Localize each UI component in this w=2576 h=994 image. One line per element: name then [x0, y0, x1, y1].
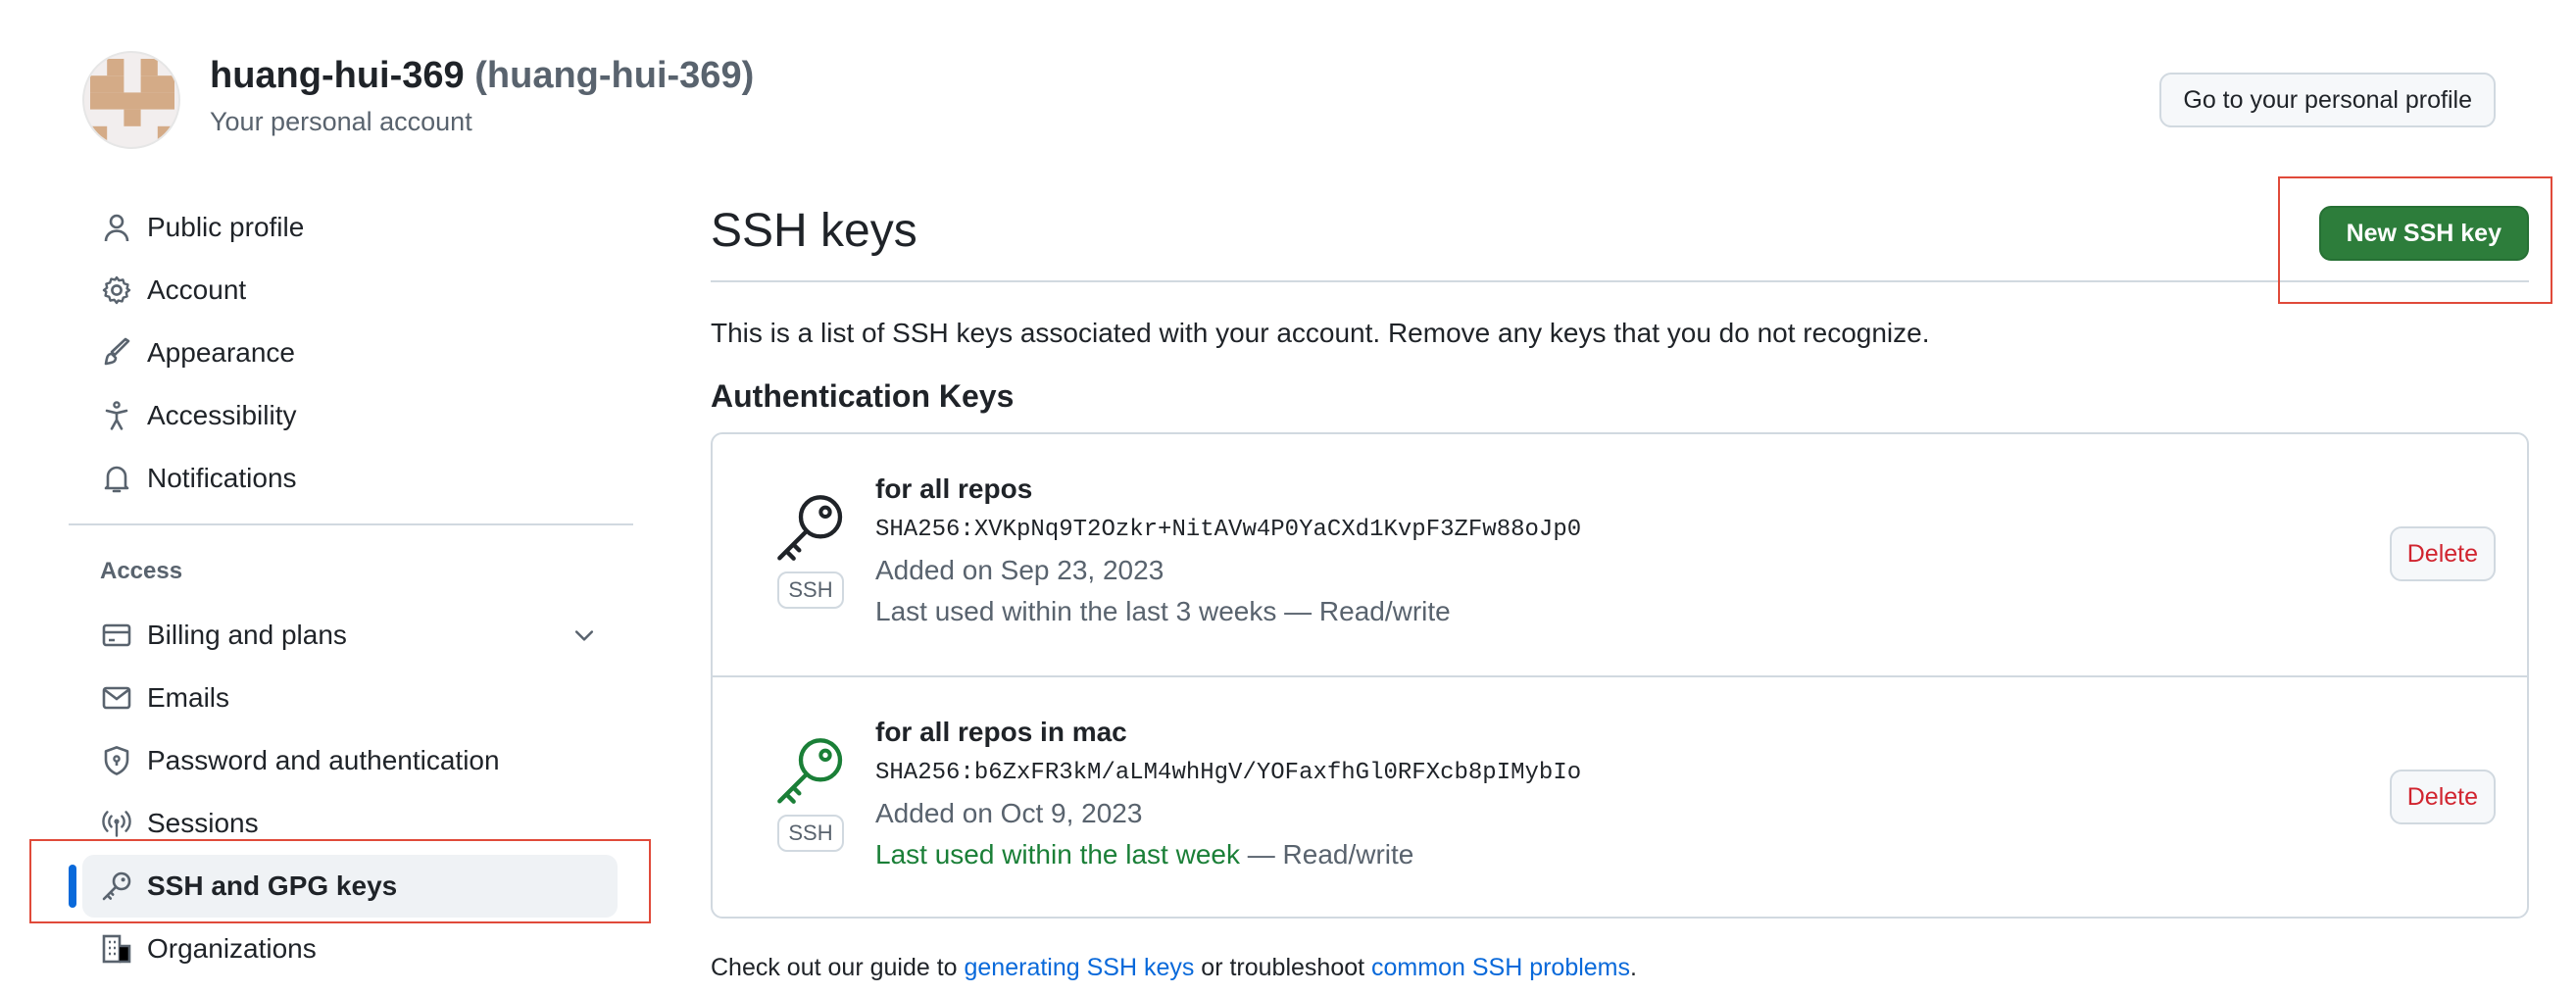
- key-icon: [777, 495, 843, 561]
- accessibility-icon: [100, 399, 133, 432]
- highlight-box-new-key: [2278, 176, 2552, 304]
- username[interactable]: huang-hui-369: [210, 55, 465, 96]
- sidebar-item-accessibility[interactable]: Accessibility: [69, 384, 633, 447]
- sidebar-item-label: Sessions: [147, 808, 259, 838]
- key-fingerprint: SHA256:b6ZxFR3kM/aLM4whHgV/YOFaxfhGl0RFX…: [875, 760, 1582, 786]
- ssh-keys-list: SSH for all repos SHA256:XVKpNq9T2Ozkr+N…: [711, 432, 2529, 919]
- sidebar-item-emails[interactable]: Emails: [69, 667, 633, 729]
- sidebar-item-label: Emails: [147, 682, 230, 713]
- ssh-keys-panel: SSH keys New SSH key This is a list of S…: [711, 186, 2529, 982]
- sidebar-item-label: Billing and plans: [147, 620, 347, 650]
- list-item: SSH for all repos SHA256:XVKpNq9T2Ozkr+N…: [713, 434, 2527, 675]
- sidebar-item-organizations[interactable]: Organizations: [69, 918, 633, 980]
- key-title: for all repos: [875, 473, 1033, 504]
- delete-key-button[interactable]: Delete: [2389, 526, 2496, 581]
- sidebar-item-label: Notifications: [147, 463, 297, 493]
- paintbrush-icon: [100, 336, 133, 370]
- bell-icon: [100, 462, 133, 495]
- sidebar-item-account[interactable]: Account: [69, 259, 633, 322]
- account-name: huang-hui-369 (huang-hui-369): [210, 55, 754, 97]
- help-text-suffix: .: [1630, 954, 1637, 981]
- sidebar-item-billing[interactable]: Billing and plans: [69, 604, 633, 667]
- avatar[interactable]: [82, 51, 180, 149]
- ssh-badge: SSH: [777, 572, 844, 609]
- highlight-box-sidebar: [29, 839, 651, 923]
- sidebar-item-password-auth[interactable]: Password and authentication: [69, 729, 633, 792]
- key-icon: [777, 738, 843, 804]
- list-item: SSH for all repos in mac SHA256:b6ZxFR3k…: [713, 675, 2527, 917]
- account-subtitle: Your personal account: [210, 107, 472, 136]
- access-level: — Read/write: [1276, 596, 1451, 626]
- sidebar-item-label: Account: [147, 274, 247, 305]
- section-title: Authentication Keys: [711, 378, 1015, 414]
- identicon-icon: [90, 59, 174, 143]
- key-added-date: Added on Sep 23, 2023: [875, 555, 1164, 585]
- intro-text: This is a list of SSH keys associated wi…: [711, 318, 1930, 348]
- last-used-text: Last used within the last week: [875, 839, 1240, 870]
- sidebar-item-notifications[interactable]: Notifications: [69, 447, 633, 510]
- shield-lock-icon: [100, 744, 133, 777]
- chevron-down-icon[interactable]: [570, 621, 598, 649]
- sidebar-item-label: Appearance: [147, 337, 296, 368]
- help-text-prefix: Check out our guide to: [711, 954, 965, 981]
- sidebar-item-label: Password and authentication: [147, 745, 500, 775]
- help-text-middle: or troubleshoot: [1194, 954, 1372, 981]
- sidebar-item-label: Accessibility: [147, 400, 297, 430]
- sidebar-item-appearance[interactable]: Appearance: [69, 322, 633, 384]
- broadcast-icon: [100, 807, 133, 840]
- organization-icon: [100, 932, 133, 966]
- key-last-used: Last used within the last week — Read/wr…: [875, 839, 1581, 870]
- sidebar-heading-access: Access: [100, 558, 183, 584]
- sidebar-item-public-profile[interactable]: Public profile: [69, 196, 633, 259]
- credit-card-icon: [100, 619, 133, 652]
- sidebar-item-label: Organizations: [147, 933, 317, 964]
- mail-icon: [100, 681, 133, 715]
- gear-icon: [100, 273, 133, 307]
- access-level: — Read/write: [1239, 839, 1414, 870]
- sidebar-item-label: Public profile: [147, 212, 305, 242]
- key-last-used: Last used within the last 3 weeks — Read…: [875, 596, 1581, 627]
- account-header: huang-hui-369 (huang-hui-369) Your perso…: [82, 51, 2533, 153]
- key-fingerprint: SHA256:XVKpNq9T2Ozkr+NitAVw4P0YaCXd1KvpF…: [875, 517, 1582, 543]
- help-text: Check out our guide to generating SSH ke…: [711, 954, 2529, 982]
- user-handle: (huang-hui-369): [474, 55, 755, 96]
- page-header: SSH keys New SSH key: [711, 186, 2529, 282]
- person-icon: [100, 211, 133, 244]
- delete-key-button[interactable]: Delete: [2389, 770, 2496, 824]
- page-title: SSH keys: [711, 205, 917, 257]
- ssh-badge: SSH: [777, 815, 844, 852]
- key-title: for all repos in mac: [875, 717, 1127, 747]
- go-to-profile-button[interactable]: Go to your personal profile: [2159, 73, 2496, 127]
- sidebar-divider: [69, 523, 633, 525]
- last-used-text: Last used within the last 3 weeks: [875, 596, 1277, 626]
- generating-ssh-keys-link[interactable]: generating SSH keys: [965, 954, 1195, 981]
- common-ssh-problems-link[interactable]: common SSH problems: [1371, 954, 1630, 981]
- key-added-date: Added on Oct 9, 2023: [875, 798, 1143, 828]
